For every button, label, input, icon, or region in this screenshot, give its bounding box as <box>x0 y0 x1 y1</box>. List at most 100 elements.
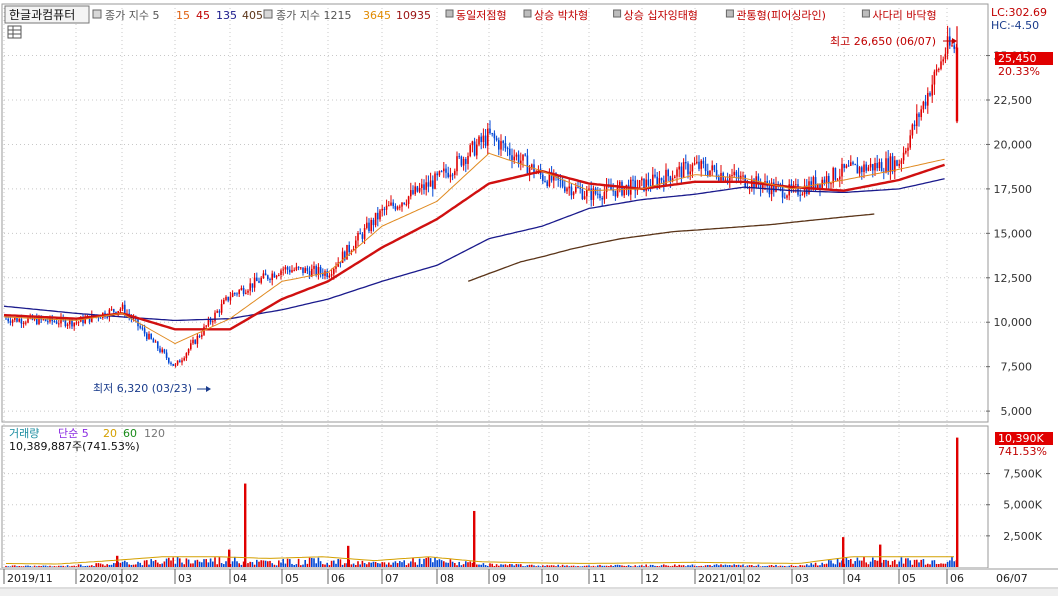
price-candle-body <box>278 274 280 276</box>
volume-bar <box>671 565 674 567</box>
volume-bar <box>128 564 130 567</box>
volume-bar <box>764 566 766 567</box>
price-candle-body <box>647 179 650 186</box>
volume-bar <box>231 561 234 567</box>
volume-bar <box>330 560 333 567</box>
price-candle-body <box>267 275 269 280</box>
volume-bar <box>9 566 12 567</box>
volume-bar <box>51 566 53 567</box>
price-candle-body <box>691 164 694 172</box>
price-candle-body <box>256 277 258 282</box>
volume-bar <box>418 558 421 567</box>
price-candle-body <box>443 168 445 172</box>
price-candle-body <box>841 163 843 177</box>
volume-bar <box>29 565 31 567</box>
volume-bar <box>907 558 909 567</box>
volume-bar <box>759 566 762 567</box>
volume-bar <box>469 561 471 567</box>
volume-bar <box>491 563 493 567</box>
volume-bar <box>150 559 152 567</box>
volume-bar <box>289 559 291 567</box>
price-candle-body <box>152 338 155 343</box>
volume-bar <box>38 565 40 567</box>
ma2-settings-icon[interactable] <box>263 9 273 19</box>
volume-bar <box>53 566 56 567</box>
price-candle-body <box>924 101 927 106</box>
price-candle-body <box>394 205 397 210</box>
price-candle-body <box>377 212 379 220</box>
price-candle-body <box>572 192 575 196</box>
price-candle-body <box>713 165 716 170</box>
stock-name[interactable]: 한글과컴퓨터 <box>9 8 75 22</box>
volume-bar <box>137 561 139 567</box>
price-candle-body <box>201 334 203 337</box>
price-candle-body <box>282 269 284 271</box>
price-candle-body <box>674 176 676 179</box>
volume-bar <box>185 558 188 567</box>
price-candle-body <box>302 267 304 273</box>
price-candle-body <box>735 171 738 176</box>
price-candle-body <box>579 187 581 189</box>
volume-bar <box>322 564 324 567</box>
volume-bar <box>652 564 654 567</box>
volume-bar <box>238 563 240 567</box>
volume-bar <box>359 564 361 567</box>
volume-bar <box>438 559 441 567</box>
price-candle-body <box>742 175 744 177</box>
price-candle-body <box>922 101 925 110</box>
price-candle-body <box>861 167 863 173</box>
price-candle-body <box>597 193 599 195</box>
price-panel[interactable] <box>1 3 989 423</box>
price-candle-body <box>458 156 460 158</box>
price-candle-body <box>511 155 513 161</box>
volume-bar <box>935 563 938 567</box>
volume-bar <box>773 565 775 567</box>
volume-bar <box>324 564 326 567</box>
price-candle-body <box>577 186 579 188</box>
price-candle-body <box>918 113 920 118</box>
volume-bar <box>663 564 665 567</box>
volume-bar <box>564 565 566 567</box>
volume-bar <box>905 558 907 567</box>
volume-bar <box>22 566 25 567</box>
volume-bar <box>317 557 320 567</box>
price-candle-body <box>416 186 419 192</box>
volume-bar <box>825 563 828 567</box>
current-volume-change: 741.53% <box>998 445 1047 458</box>
scrollbar[interactable] <box>0 589 1058 596</box>
volume-bar <box>234 556 236 567</box>
volume-bar <box>335 563 337 567</box>
volume-bar <box>487 565 489 567</box>
price-candle-body <box>836 179 839 181</box>
price-candle-body <box>685 162 687 164</box>
price-candle-body <box>253 277 256 288</box>
price-candle-body <box>784 197 786 199</box>
x-tick-label: 2021/01 <box>698 572 744 585</box>
volume-bar <box>779 565 782 567</box>
price-candle-body <box>564 186 566 192</box>
volume-bar <box>212 561 214 567</box>
volume-bar <box>379 563 381 567</box>
price-candle-body <box>669 176 672 182</box>
grid-toggle-icon[interactable] <box>7 25 22 39</box>
price-candle-body <box>696 161 698 164</box>
price-candle-body <box>22 323 25 325</box>
volume-bar <box>729 564 731 567</box>
price-candle-body <box>526 155 529 174</box>
price-candle-body <box>656 176 658 186</box>
price-candle-body <box>341 251 344 263</box>
x-tick-label: 02 <box>125 572 139 585</box>
ma-settings-icon[interactable] <box>92 9 102 19</box>
price-candle-body <box>568 186 570 189</box>
volume-bar <box>665 565 667 567</box>
volume-panel[interactable] <box>1 425 989 569</box>
volume-bar <box>528 564 531 567</box>
x-tick-label: 06 <box>331 572 345 585</box>
volume-ma-60: 60 <box>123 427 137 440</box>
volume-bar <box>808 565 810 567</box>
price-candle-body <box>700 160 702 169</box>
volume-bar <box>812 564 815 567</box>
volume-bar <box>685 566 687 567</box>
volume-bar <box>66 565 69 567</box>
volume-bar <box>132 564 135 567</box>
